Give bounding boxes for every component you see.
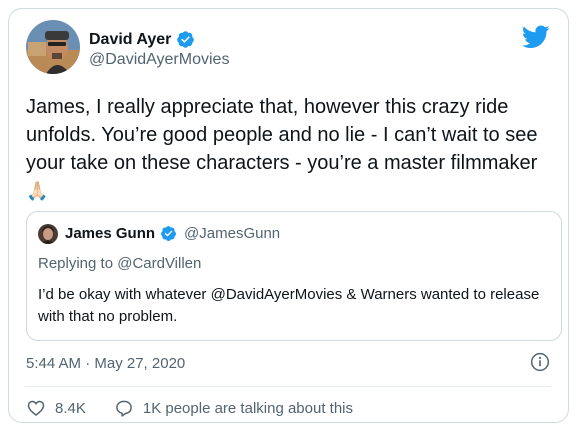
quoted-author-handle: @JamesGunn [184,225,281,242]
like-count: 8.4K [55,399,86,417]
like-button[interactable]: 8.4K [26,398,86,418]
reply-bubble-icon [116,400,132,417]
divider [26,386,551,387]
author-name[interactable]: David Ayer [89,31,171,49]
twitter-bird-icon[interactable] [521,25,550,49]
author-name-row: David Ayer [89,30,195,49]
info-icon[interactable] [530,352,550,372]
tweet-card: David Ayer @DavidAyerMovies James, I rea… [8,8,569,423]
tweet-timestamp[interactable]: 5:44 AM · May 27, 2020 [26,355,185,372]
quoted-author-avatar [38,224,58,244]
talking-text: 1K people are talking about this [142,399,354,417]
quoted-tweet[interactable]: James Gunn @JamesGunn Replying to @CardV… [26,211,562,341]
quoted-name-row: James Gunn @JamesGunn [65,225,280,242]
author-avatar[interactable] [26,20,80,74]
conversation-button[interactable]: 1K people are talking about this [114,398,353,418]
tweet-actions: 8.4K 1K people are talking about this [26,398,353,418]
folded-hands-emoji: 🙏🏻 [26,181,49,202]
heart-icon [27,400,45,417]
tweet-text-main: James, I really appreciate that, however… [26,96,544,174]
quoted-author-name: James Gunn [65,225,156,242]
quoted-tweet-text: I’d be okay with whatever @DavidAyerMovi… [38,286,540,325]
quoted-replying-to: Replying to @CardVillen [38,255,202,272]
author-handle[interactable]: @DavidAyerMovies [89,51,229,69]
tweet-text: James, I really appreciate that, however… [26,93,556,206]
quoted-verified-badge-icon [160,225,177,242]
verified-badge-icon [176,30,195,49]
